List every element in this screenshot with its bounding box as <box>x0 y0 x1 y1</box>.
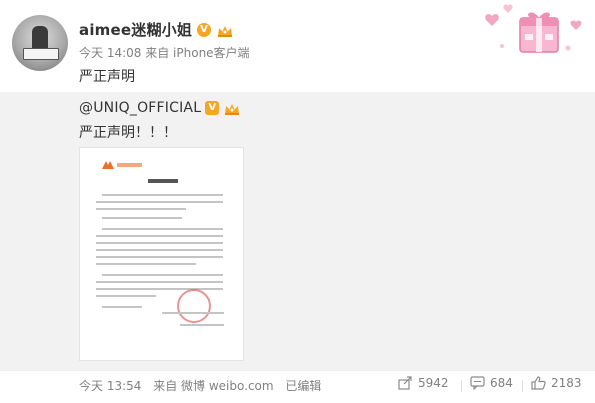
repost-source[interactable]: 来自 微博 weibo.com <box>153 379 273 393</box>
document-title <box>148 179 178 183</box>
like-button[interactable]: 2183 <box>531 376 582 390</box>
gift-sticker-icon <box>484 2 590 60</box>
document-seal-stamp <box>177 289 211 323</box>
post-text: 严正声明 <box>79 69 135 85</box>
comment-button[interactable]: 684 <box>470 376 513 390</box>
post-footer: 今天 13:54 来自 微博 weibo.com 已编辑 5942 684 21… <box>0 370 595 403</box>
repost-timestamp[interactable]: 今天 13:54 <box>79 379 141 393</box>
repost-author-row: @UNIQ_OFFICIAL V <box>79 100 241 116</box>
comment-icon <box>470 376 485 390</box>
statement-document-image[interactable] <box>79 147 244 361</box>
post-source[interactable]: 来自 iPhone客户端 <box>145 46 249 60</box>
document-logo <box>102 156 144 169</box>
action-divider <box>461 380 462 392</box>
share-count: 5942 <box>418 376 449 390</box>
post-timestamp[interactable]: 今天 14:08 <box>79 46 141 60</box>
thumbs-up-icon <box>531 376 546 390</box>
member-crown-icon[interactable] <box>216 23 234 37</box>
action-divider <box>522 380 523 392</box>
post-meta: 今天 14:08 来自 iPhone客户端 <box>79 44 250 61</box>
username-row: aimee迷糊小姐 V <box>79 19 234 40</box>
edited-label[interactable]: 已编辑 <box>285 379 321 393</box>
member-crown-icon[interactable] <box>223 101 241 115</box>
like-count: 2183 <box>551 376 582 390</box>
repost-author-link[interactable]: @UNIQ_OFFICIAL <box>79 100 201 116</box>
avatar-tag <box>23 48 59 60</box>
verified-v-icon[interactable]: V <box>205 101 220 115</box>
avatar-figure <box>32 26 48 50</box>
avatar[interactable] <box>12 15 68 71</box>
username[interactable]: aimee迷糊小姐 <box>79 19 192 40</box>
original-post: aimee迷糊小姐 V 今天 14:08 来自 iPhone客户端 严正声明 <box>0 0 595 92</box>
repost-card[interactable]: @UNIQ_OFFICIAL V 严正声明！！！ <box>0 92 595 370</box>
footer-meta: 今天 13:54 来自 微博 weibo.com 已编辑 <box>79 377 329 394</box>
share-icon <box>398 376 413 390</box>
repost-text: 严正声明！！！ <box>79 125 177 141</box>
comment-count: 684 <box>490 376 513 390</box>
verified-v-icon[interactable]: V <box>197 22 212 37</box>
share-button[interactable]: 5942 <box>398 376 449 390</box>
